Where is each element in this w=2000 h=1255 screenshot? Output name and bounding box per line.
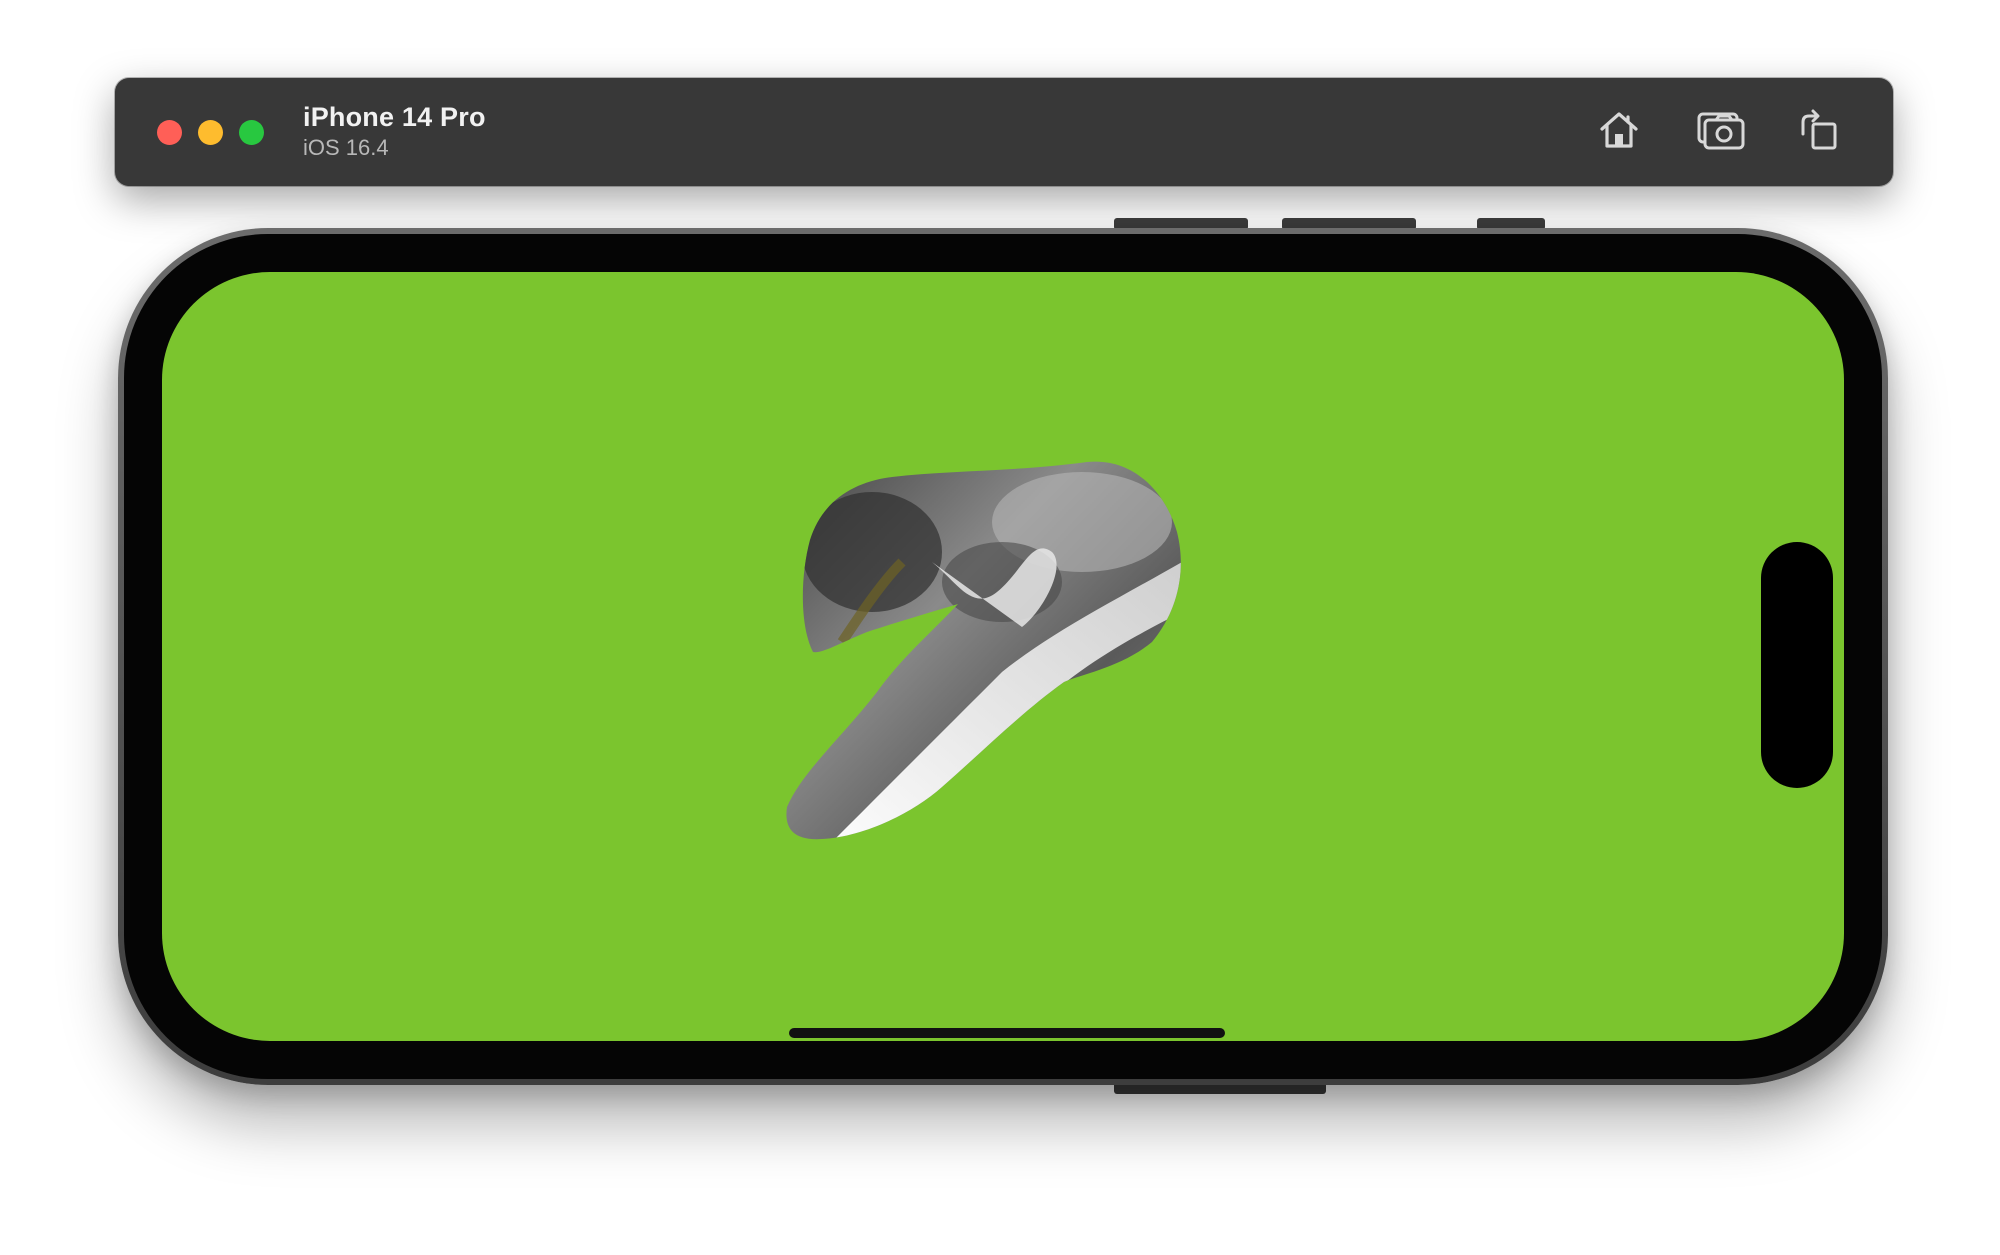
screenshot-button[interactable] [1695,104,1747,156]
zoom-window-button[interactable] [239,120,264,145]
close-window-button[interactable] [157,120,182,145]
simulator-titlebar: iPhone 14 Pro iOS 16.4 [115,78,1893,186]
rotate-icon [1801,109,1837,150]
minimize-window-button[interactable] [198,120,223,145]
masked-waterfall-image[interactable] [782,442,1232,902]
home-indicator[interactable] [789,1028,1225,1038]
iphone-device-frame [118,228,1888,1085]
device-bezel [124,234,1882,1079]
house-icon [1600,112,1638,148]
rotate-button[interactable] [1793,104,1845,156]
home-button[interactable] [1593,104,1645,156]
camera-icon [1697,112,1745,150]
os-version: iOS 16.4 [303,135,389,160]
dynamic-island [1761,542,1833,788]
device-screen[interactable] [162,272,1844,1041]
device-name: iPhone 14 Pro [303,102,486,132]
